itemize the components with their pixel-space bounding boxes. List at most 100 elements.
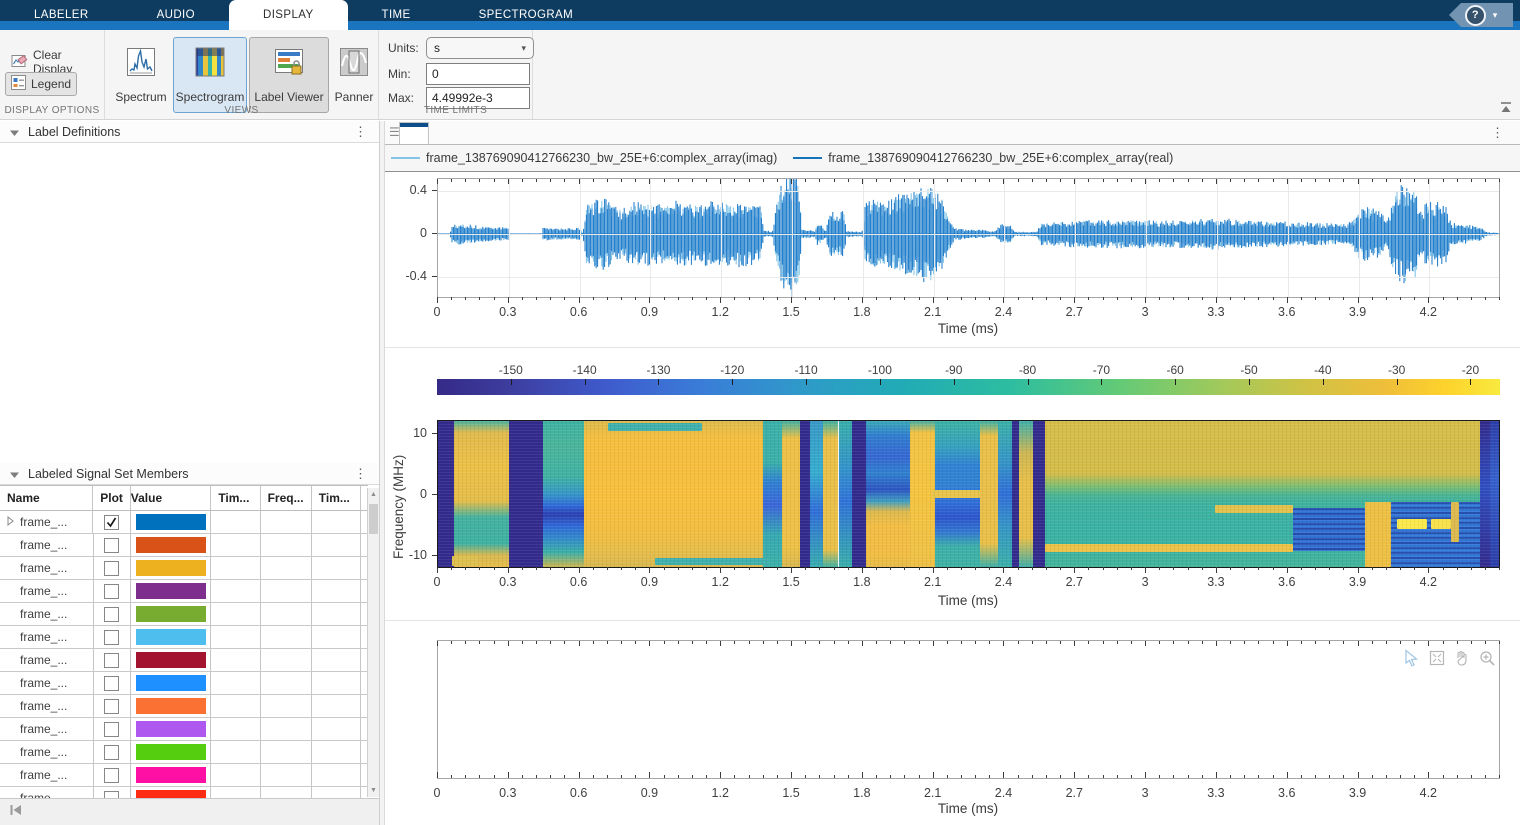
kebab-menu-icon[interactable]: ⋮ [354, 466, 367, 482]
plot-checkbox[interactable] [104, 538, 119, 553]
minor-tick [1046, 641, 1047, 644]
tab-display[interactable]: DISPLAY [229, 0, 348, 30]
panner-xaxis-title: Time (ms) [938, 801, 998, 816]
plot-checkbox[interactable] [104, 768, 119, 783]
plot-checkbox[interactable] [104, 607, 119, 622]
legend-toggle-button[interactable]: Legend [5, 72, 77, 96]
plot-checkbox[interactable] [104, 676, 119, 691]
column-header-name[interactable]: Name [0, 486, 93, 510]
minor-tick [1230, 567, 1231, 570]
minor-tick [961, 297, 962, 300]
gridline-horizontal [438, 234, 1499, 235]
spectrum-button[interactable]: Spectrum [111, 37, 171, 113]
major-tick [1358, 567, 1359, 573]
color-swatch [136, 583, 206, 599]
plot-checkbox[interactable] [104, 699, 119, 714]
spectrogram-button[interactable]: Spectrogram [173, 37, 247, 113]
panner-button[interactable]: Panner [331, 37, 377, 113]
minor-tick [1230, 775, 1231, 778]
min-input[interactable] [426, 63, 530, 85]
plot-checkbox[interactable] [104, 745, 119, 760]
plot-checkbox[interactable] [104, 584, 119, 599]
minor-tick [522, 297, 523, 300]
minor-tick [1414, 641, 1415, 644]
minor-tick [1046, 775, 1047, 778]
table-row[interactable]: frame_... [0, 580, 368, 603]
panner-plot[interactable] [437, 640, 1500, 779]
plot-checkbox[interactable] [104, 515, 119, 530]
minor-tick [692, 567, 693, 570]
label-definitions-header[interactable]: Label Definitions ⋮ [0, 121, 379, 143]
table-row[interactable]: frame_... [0, 764, 368, 787]
minor-tick [1471, 567, 1472, 570]
collapse-triangle-icon[interactable] [10, 123, 19, 141]
cursor-icon[interactable] [1403, 649, 1421, 672]
table-row[interactable]: frame_... [0, 672, 368, 695]
column-header-tim[interactable]: Tim... [211, 486, 260, 510]
tab-audio[interactable]: AUDIO [123, 0, 229, 30]
column-header-value[interactable]: Value [131, 486, 212, 510]
minor-tick [1258, 297, 1259, 300]
zoom-in-icon[interactable] [1478, 649, 1496, 672]
freq-cell [261, 718, 312, 740]
minor-tick [1117, 179, 1118, 182]
plot-checkbox[interactable] [104, 561, 119, 576]
table-row[interactable]: frame_... [0, 534, 368, 557]
minor-tick [1088, 179, 1089, 182]
plot-cell [94, 626, 131, 648]
gridline-vertical [580, 179, 581, 297]
x-tick-label: 1.8 [853, 575, 870, 589]
collapse-triangle-icon[interactable] [10, 465, 19, 483]
column-header-tim[interactable]: Tim... [312, 486, 361, 510]
kebab-menu-icon[interactable]: ⋮ [1491, 125, 1504, 141]
minor-tick [522, 775, 523, 778]
scrollbar-thumb[interactable] [369, 504, 378, 534]
member-name: frame_... [20, 653, 67, 667]
expand-row-icon[interactable] [7, 515, 14, 529]
units-dropdown[interactable]: s ▾ [426, 37, 534, 59]
minor-tick [1103, 641, 1104, 644]
column-header-plot[interactable]: Plot [93, 486, 130, 510]
minor-tick [1202, 775, 1203, 778]
plot-checkbox[interactable] [104, 630, 119, 645]
tab-spectrogram[interactable]: SPECTROGRAM [445, 0, 608, 30]
table-row[interactable]: frame_... [0, 557, 368, 580]
collapse-ribbon-button[interactable] [1498, 101, 1514, 115]
table-vertical-scrollbar[interactable]: ▲ ▼ [367, 488, 379, 797]
waveform-plot[interactable] [437, 178, 1500, 298]
skip-to-start-icon[interactable] [8, 803, 23, 822]
minor-tick [1457, 567, 1458, 570]
minor-tick [989, 641, 990, 644]
plot-checkbox[interactable] [104, 653, 119, 668]
minor-tick [890, 179, 891, 182]
pan-hand-icon[interactable] [1453, 649, 1471, 672]
tab-labeler[interactable]: LABELER [0, 0, 123, 30]
gridline-vertical [1146, 179, 1147, 297]
minor-tick [1471, 179, 1472, 182]
table-row[interactable]: frame_... [0, 626, 368, 649]
figure-tab-selected[interactable] [399, 122, 429, 144]
spectrogram-plot[interactable] [437, 420, 1500, 568]
help-button[interactable]: ? ▾ [1449, 3, 1513, 27]
table-row[interactable]: frame_... [0, 603, 368, 626]
x-tick-label: 0.3 [499, 305, 516, 319]
column-header-freq[interactable]: Freq... [261, 486, 312, 510]
minor-tick [451, 641, 452, 644]
label-viewer-button[interactable]: Label Viewer [249, 37, 329, 113]
scroll-up-icon[interactable]: ▲ [368, 491, 379, 498]
table-row[interactable]: frame_... [0, 511, 368, 534]
minor-tick [1258, 775, 1259, 778]
minor-tick [904, 641, 905, 644]
kebab-menu-icon[interactable]: ⋮ [354, 124, 367, 140]
table-row[interactable]: frame_... [0, 695, 368, 718]
plot-checkbox[interactable] [104, 722, 119, 737]
left-panel-footer [0, 798, 379, 825]
members-header[interactable]: Labeled Signal Set Members ⋮ [0, 463, 379, 485]
scroll-down-icon[interactable]: ▼ [368, 787, 379, 794]
table-row[interactable]: frame_... [0, 741, 368, 764]
fit-view-icon[interactable] [1428, 649, 1446, 672]
table-row[interactable]: frame_... [0, 718, 368, 741]
table-row[interactable]: frame_... [0, 649, 368, 672]
colorbar-tick [732, 379, 733, 385]
tab-time[interactable]: TIME [348, 0, 445, 30]
